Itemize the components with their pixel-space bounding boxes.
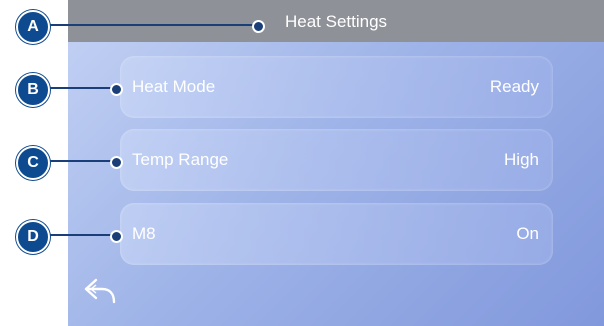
temp-range-value: High <box>504 150 539 169</box>
heat-settings-screen: Heat Settings Heat Mode Ready Temp Range… <box>68 0 604 326</box>
callout-c-dot <box>110 156 123 169</box>
m8-row[interactable]: M8 On <box>120 203 553 265</box>
callout-a-badge: A <box>16 10 50 44</box>
temp-range-row[interactable]: Temp Range High <box>120 129 553 191</box>
callout-b-badge: B <box>16 73 50 107</box>
callout-c-badge: C <box>16 146 50 180</box>
m8-value: On <box>516 224 539 243</box>
back-button[interactable] <box>82 276 120 306</box>
m8-label: M8 <box>132 224 156 243</box>
heat-mode-value: Ready <box>489 77 539 96</box>
callout-d-dot <box>110 230 123 243</box>
title-bar: Heat Settings <box>68 0 604 42</box>
callout-d-badge: D <box>16 220 50 254</box>
back-arrow-icon <box>84 278 116 304</box>
temp-range-label: Temp Range <box>132 150 229 169</box>
callout-a-line <box>36 24 256 26</box>
callout-b-dot <box>110 83 123 96</box>
heat-mode-label: Heat Mode <box>132 77 216 96</box>
page-title: Heat Settings <box>284 12 388 31</box>
callout-a-dot <box>252 20 265 33</box>
heat-mode-row[interactable]: Heat Mode Ready <box>120 56 553 118</box>
